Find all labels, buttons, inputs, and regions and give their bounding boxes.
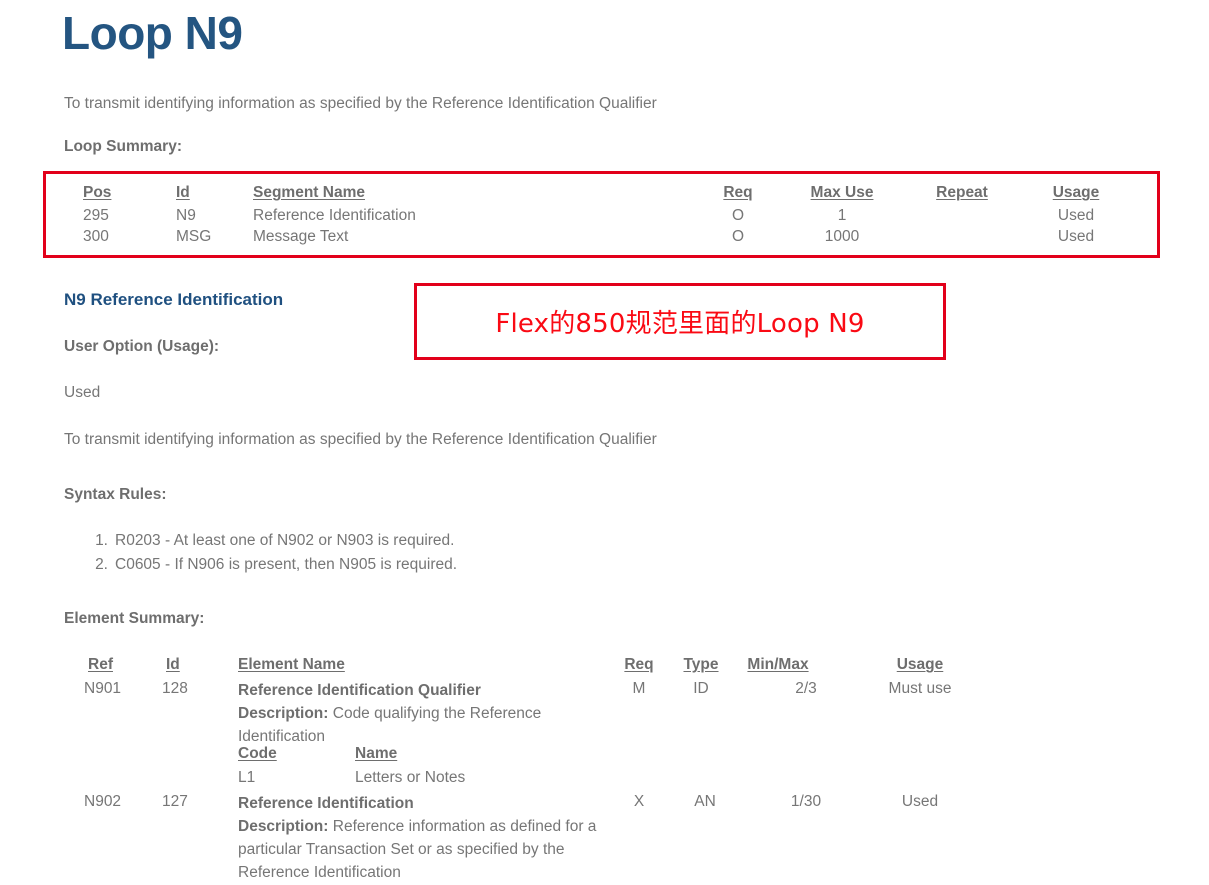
loop-cell-max-use: 1: [837, 207, 847, 224]
element-header-type: Type: [683, 656, 719, 673]
element-cell-usage: Must use: [888, 680, 952, 697]
element-header-usage: Usage: [896, 656, 944, 673]
document-page: Loop N9 To transmit identifying informat…: [0, 0, 1209, 881]
code-header-name: Name: [355, 745, 398, 762]
element-cell-ref: N902: [84, 793, 122, 810]
intro-paragraph: To transmit identifying information as s…: [64, 95, 657, 112]
annotation-callout-box: Flex的850规范里面的Loop N9: [414, 283, 946, 360]
loop-cell-usage: Used: [1057, 228, 1095, 245]
syntax-rule-number: 1.: [95, 532, 108, 549]
element-cell-name-and-description: Reference Identification Description: Re…: [238, 793, 598, 885]
element-header-ref: Ref: [88, 656, 113, 673]
syntax-rule-text: C0605 - If N906 is present, then N905 is…: [115, 556, 458, 573]
loop-header-req: Req: [723, 184, 753, 201]
element-cell-name-and-description: Reference Identification Qualifier Descr…: [238, 680, 598, 749]
user-option-label: User Option (Usage):: [64, 338, 220, 355]
code-header-code: Code: [238, 745, 277, 762]
segment-heading: N9 Reference Identification: [64, 290, 284, 309]
syntax-rule-number: 2.: [95, 556, 108, 573]
loop-cell-max-use: 1000: [824, 228, 860, 245]
element-header-minmax: Min/Max: [747, 656, 809, 673]
element-header-id: Id: [166, 656, 180, 673]
loop-cell-req: O: [731, 207, 745, 224]
code-cell-code: L1: [238, 769, 256, 786]
element-name: Reference Identification Qualifier: [238, 682, 481, 699]
element-cell-minmax: 2/3: [795, 680, 817, 697]
loop-header-segment-name: Segment Name: [253, 184, 365, 201]
loop-summary-label: Loop Summary:: [64, 138, 182, 155]
element-name: Reference Identification: [238, 795, 414, 812]
loop-cell-pos: 300: [83, 228, 109, 245]
description-label: Description:: [238, 704, 329, 722]
element-cell-minmax: 1/30: [790, 793, 822, 810]
loop-cell-req: O: [731, 228, 745, 245]
element-cell-ref: N901: [84, 680, 122, 697]
loop-cell-id: N9: [176, 207, 196, 224]
element-cell-usage: Used: [901, 793, 939, 810]
element-summary-label: Element Summary:: [64, 610, 205, 627]
loop-cell-id: MSG: [176, 228, 212, 245]
loop-header-usage: Usage: [1052, 184, 1100, 201]
element-cell-type: AN: [694, 793, 716, 810]
element-cell-type: ID: [693, 680, 709, 697]
user-option-value: Used: [64, 384, 101, 401]
loop-cell-usage: Used: [1057, 207, 1095, 224]
element-cell-id: 127: [162, 793, 188, 810]
description-label: Description:: [238, 817, 329, 835]
loop-header-repeat: Repeat: [936, 184, 988, 201]
annotation-text: Flex的850规范里面的Loop N9: [495, 309, 865, 339]
element-cell-id: 128: [162, 680, 188, 697]
loop-cell-segment-name: Reference Identification: [253, 207, 416, 224]
element-cell-req: X: [633, 793, 645, 810]
syntax-rules-label: Syntax Rules:: [64, 486, 167, 503]
page-title: Loop N9: [62, 7, 243, 59]
element-cell-req: M: [632, 680, 646, 697]
loop-cell-segment-name: Message Text: [253, 228, 349, 245]
loop-header-max-use: Max Use: [810, 184, 874, 201]
loop-cell-pos: 295: [83, 207, 109, 224]
element-header-req: Req: [624, 656, 654, 673]
code-cell-name: Letters or Notes: [355, 769, 466, 786]
element-header-element-name: Element Name: [238, 656, 345, 673]
loop-header-pos: Pos: [83, 184, 112, 201]
loop-header-id: Id: [176, 184, 190, 201]
syntax-rule-text: R0203 - At least one of N902 or N903 is …: [115, 532, 455, 549]
segment-purpose: To transmit identifying information as s…: [64, 431, 657, 448]
